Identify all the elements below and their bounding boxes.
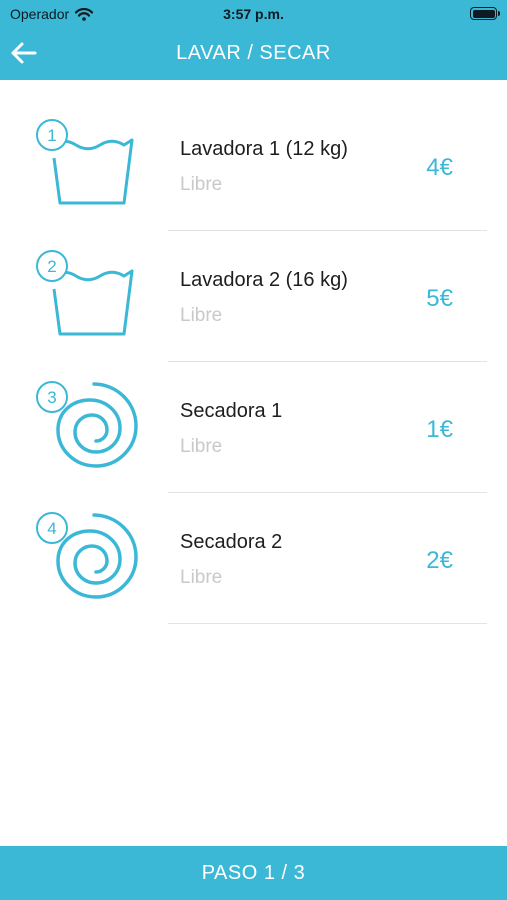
machine-status: Libre (180, 305, 223, 326)
machine-status: Libre (180, 436, 223, 457)
row-divider (168, 623, 487, 624)
step-label: PASO 1 / 3 (201, 861, 306, 884)
machine-list: 1 Lavadora 1 (12 kg) Libre 4€ 2 Lavadora… (0, 100, 507, 624)
header-background: Operador 3:57 p.m. LAVAR / SECAR (0, 0, 507, 80)
battery-icon (470, 7, 500, 20)
status-time: 3:57 p.m. (223, 6, 284, 22)
machine-row-4[interactable]: 4 Secadora 2 Libre 2€ (0, 493, 507, 624)
machine-status: Libre (180, 174, 223, 195)
machine-row-2[interactable]: 2 Lavadora 2 (16 kg) Libre 5€ (0, 231, 507, 362)
machine-name: Lavadora 1 (12 kg) (180, 138, 348, 160)
machine-row-3[interactable]: 3 Secadora 1 Libre 1€ (0, 362, 507, 493)
machine-price: 5€ (426, 285, 453, 312)
machine-price: 2€ (426, 547, 453, 574)
machine-name: Lavadora 2 (16 kg) (180, 269, 348, 291)
machine-name: Secadora 2 (180, 531, 283, 553)
machine-number: 4 (47, 519, 56, 538)
status-bar: Operador 3:57 p.m. (0, 0, 507, 28)
machine-price: 4€ (426, 154, 453, 181)
page-title: LAVAR / SECAR (176, 42, 331, 64)
washer-tub-icon: 2 (36, 250, 134, 336)
machine-number: 2 (47, 257, 56, 276)
machine-name: Secadora 1 (180, 400, 283, 422)
machine-row-1[interactable]: 1 Lavadora 1 (12 kg) Libre 4€ (0, 100, 507, 231)
machine-status: Libre (180, 567, 223, 588)
dryer-spiral-icon: 3 (36, 381, 138, 468)
machine-number: 3 (47, 388, 56, 407)
machine-number: 1 (47, 126, 56, 145)
nav-bar: LAVAR / SECAR (0, 28, 507, 80)
machine-price: 1€ (426, 416, 453, 443)
washer-tub-icon: 1 (36, 119, 134, 205)
dryer-spiral-icon: 4 (36, 512, 138, 599)
step-footer: PASO 1 / 3 (0, 846, 507, 900)
